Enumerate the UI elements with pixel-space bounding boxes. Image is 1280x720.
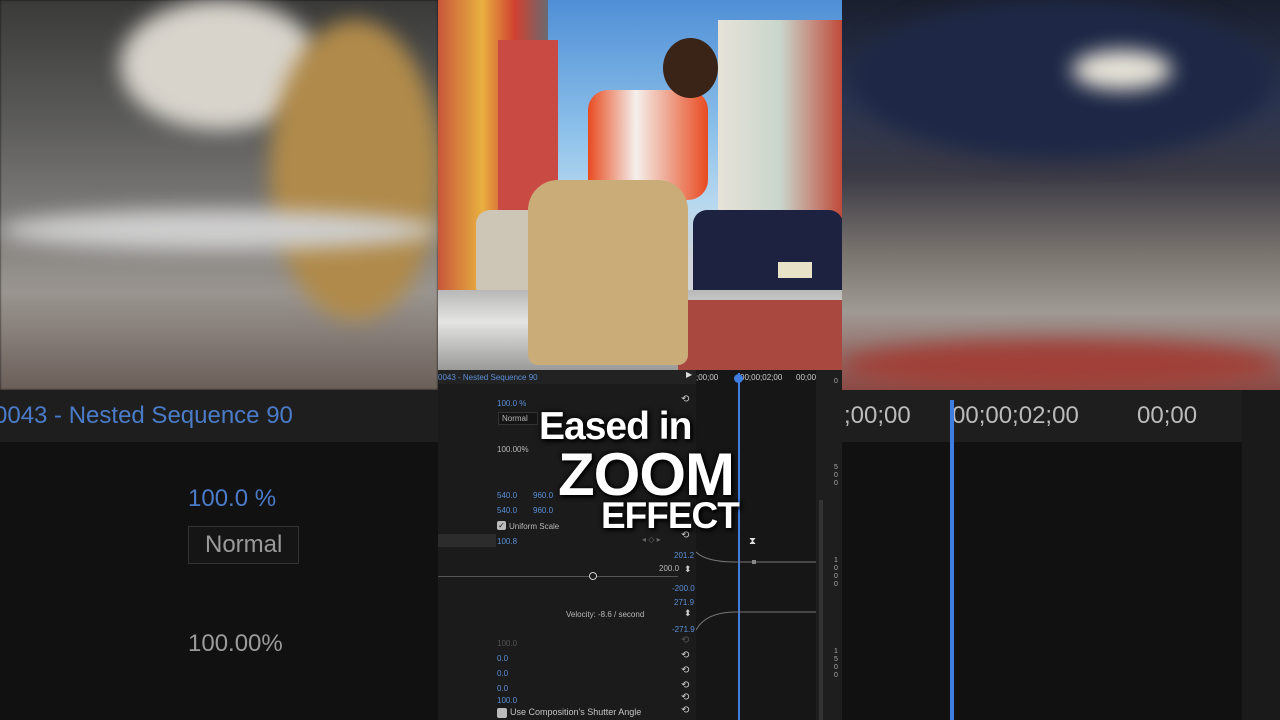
influence-slider-track[interactable]	[438, 576, 678, 577]
keyframe-ease-icon[interactable]: ⧗	[749, 536, 756, 547]
sequence-title-zoomed: 0043 - Nested Sequence 90	[0, 402, 293, 429]
playhead-zoomed	[950, 400, 954, 720]
velocity-min: -271.9	[672, 625, 695, 634]
reset-icon[interactable]: ⟲	[681, 665, 689, 676]
road-blur	[842, 340, 1280, 390]
blurred-background-left	[0, 0, 440, 390]
sequence-tab[interactable]: 0043 - Nested Sequence 90	[438, 373, 538, 382]
uniform-scale-checkbox[interactable]: ✓	[497, 521, 506, 530]
timecode-zoomed: 00;00	[1137, 402, 1198, 429]
property-value[interactable]: 0.0	[497, 684, 508, 693]
opacity-zoomed: 100.0 %	[188, 485, 277, 512]
property-value[interactable]: 0.0	[497, 669, 508, 678]
graph-min: -200.0	[672, 584, 695, 593]
ruler-mark: 1000	[834, 557, 838, 588]
graph-value: 200.0	[659, 564, 680, 573]
timecode: ;00;00	[696, 373, 719, 382]
graph-max: 201.2	[674, 551, 695, 560]
remap-zoomed: 100.00%	[188, 630, 283, 657]
timecode-zoomed: ;00;00	[844, 402, 911, 429]
license-plate	[778, 262, 812, 278]
timeline-graph[interactable]: ▶ ;00;00 00;00;02;00 00;00 ⧗	[686, 370, 817, 720]
road	[678, 300, 842, 370]
influence-slider-handle[interactable]	[589, 572, 597, 580]
time-remap-value[interactable]: 100.00%	[497, 445, 529, 454]
timecode-zoomed: 00;00;02;00	[952, 402, 1079, 429]
person-blur	[270, 20, 440, 320]
blurred-background-right	[842, 0, 1280, 390]
position-y[interactable]: 960.0	[533, 491, 553, 500]
playhead-handle[interactable]	[734, 374, 743, 383]
uniform-scale-label: Uniform Scale	[509, 522, 560, 531]
play-icon[interactable]: ▶	[686, 370, 692, 379]
stepper-icon[interactable]: ⬍	[684, 564, 692, 575]
blurred-panel-right: ;00;00 00;00;02;00 00;00	[842, 390, 1280, 720]
crosswalk-blur	[0, 210, 438, 250]
reset-icon[interactable]: ⟲	[681, 705, 689, 716]
scale-value[interactable]: 100.8	[497, 537, 517, 546]
position-x[interactable]: 540.0	[497, 491, 517, 500]
velocity-label: Velocity: -8.6 / second	[566, 610, 645, 619]
vertical-ruler[interactable]: 0 500 1000 1500	[816, 370, 842, 720]
velocity-max: 271.9	[674, 598, 695, 607]
rotation-value[interactable]: 0.0	[497, 654, 508, 663]
scrollbar[interactable]	[819, 500, 823, 720]
video-frame	[438, 0, 842, 370]
person-pants	[528, 180, 688, 365]
reset-icon[interactable]: ⟲	[681, 692, 689, 703]
opacity-value[interactable]: 100.0 %	[497, 399, 526, 408]
anchor-y[interactable]: 960.0	[533, 506, 553, 515]
blend-zoomed: Normal	[188, 526, 300, 564]
reset-icon[interactable]: ⟲	[681, 650, 689, 661]
timecode: 00;00	[796, 373, 817, 382]
plate-blur	[1072, 50, 1172, 90]
reset-icon[interactable]: ⟲	[681, 394, 689, 405]
stepper-icon[interactable]: ⬍	[684, 608, 692, 619]
person-head	[663, 38, 718, 98]
ruler-mark: 1500	[834, 648, 838, 679]
blurred-panel-left: 0043 - Nested Sequence 90 100.0 % Normal…	[0, 390, 438, 720]
scale-row-highlight	[438, 534, 496, 547]
shutter-checkbox[interactable]	[497, 708, 507, 718]
overlay-line-3: EFFECT	[601, 495, 740, 536]
disabled-value: 100.0	[497, 639, 518, 648]
reset-icon: ⟲	[681, 635, 690, 646]
blend-mode-select[interactable]: Normal	[498, 412, 538, 425]
timecode: 00;00;02;00	[740, 373, 783, 382]
ruler-mark: 0	[834, 378, 838, 385]
property-value[interactable]: 100.0	[497, 696, 517, 705]
speed-curve	[696, 551, 816, 631]
reset-icon[interactable]: ⟲	[681, 680, 689, 691]
shutter-label: Use Composition's Shutter Angle	[510, 707, 642, 717]
ruler-mark: 500	[834, 464, 838, 487]
anchor-x[interactable]: 540.0	[497, 506, 517, 515]
car-blur	[852, 0, 1272, 160]
